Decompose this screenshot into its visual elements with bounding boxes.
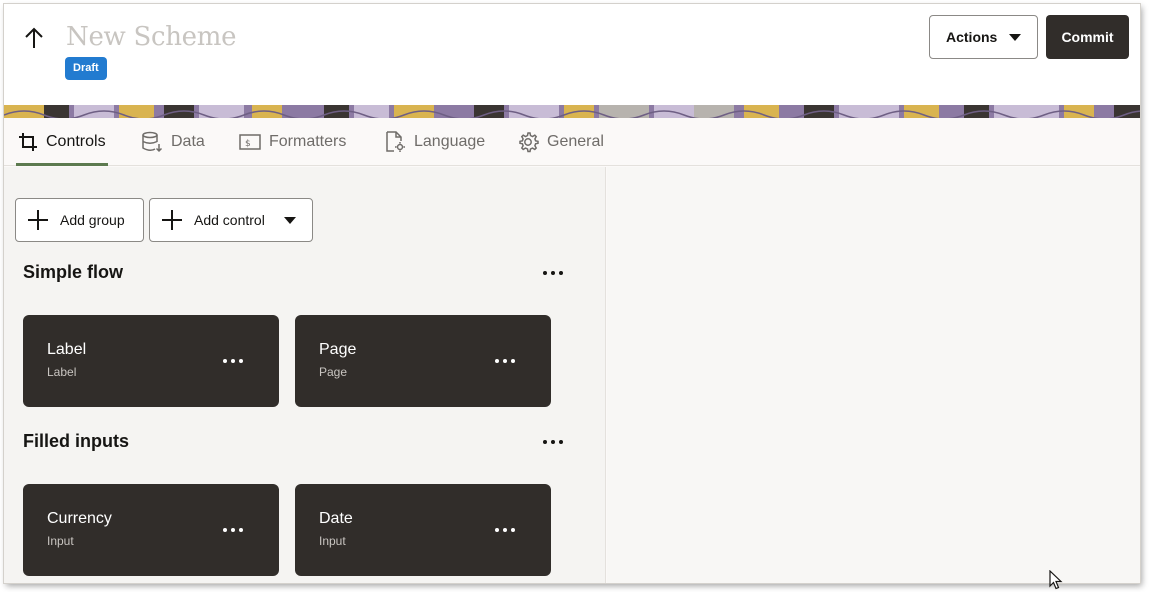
mouse-cursor-icon bbox=[1049, 570, 1063, 590]
card-subtitle: Input bbox=[319, 534, 346, 548]
card-title: Currency bbox=[47, 510, 112, 527]
tab-label: Controls bbox=[46, 133, 106, 150]
svg-text:$: $ bbox=[245, 139, 251, 149]
add-group-button[interactable]: Add group bbox=[15, 198, 144, 242]
card-title: Label bbox=[47, 341, 87, 358]
back-button[interactable] bbox=[20, 24, 48, 52]
control-card[interactable]: Currency Input bbox=[23, 484, 279, 576]
arrow-up-icon bbox=[25, 27, 43, 48]
crop-icon bbox=[19, 133, 37, 151]
database-icon bbox=[142, 131, 163, 153]
control-card[interactable]: Page Page bbox=[295, 315, 551, 407]
tab-formatters[interactable]: $ Formatters bbox=[239, 118, 346, 166]
card-more-options-button[interactable] bbox=[492, 354, 518, 368]
control-card[interactable]: Label Label bbox=[23, 315, 279, 407]
plus-icon bbox=[28, 210, 48, 230]
add-control-label: Add control bbox=[194, 212, 265, 228]
card-subtitle: Page bbox=[319, 365, 348, 379]
document-settings-icon bbox=[386, 131, 405, 152]
card-more-options-button[interactable] bbox=[220, 354, 246, 368]
add-group-label: Add group bbox=[60, 212, 125, 228]
tab-controls[interactable]: Controls bbox=[16, 118, 108, 166]
status-badge: Draft bbox=[65, 57, 107, 80]
card-subtitle: Input bbox=[47, 534, 74, 548]
caret-down-icon bbox=[284, 217, 296, 224]
decorative-banner bbox=[4, 105, 1140, 118]
card-subtitle: Label bbox=[47, 365, 77, 379]
currency-formatter-icon: $ bbox=[239, 134, 261, 150]
app-window: New Scheme Draft Actions Commit Controls… bbox=[4, 4, 1140, 583]
tab-label: Language bbox=[414, 133, 486, 150]
plus-icon bbox=[162, 210, 182, 230]
page-header: New Scheme Draft Actions Commit bbox=[4, 4, 1140, 105]
controls-panel: Add group Add control Simple flow Label … bbox=[4, 167, 606, 583]
card-more-options-button[interactable] bbox=[220, 523, 246, 537]
actions-button-label: Actions bbox=[946, 29, 998, 45]
page-title[interactable]: New Scheme bbox=[66, 22, 237, 52]
card-title: Date bbox=[319, 510, 353, 527]
preview-panel bbox=[607, 167, 1140, 583]
group-more-options-button[interactable] bbox=[540, 435, 566, 449]
control-card[interactable]: Date Input bbox=[295, 484, 551, 576]
caret-down-icon bbox=[1009, 34, 1021, 41]
card-title: Page bbox=[319, 341, 357, 358]
card-more-options-button[interactable] bbox=[492, 523, 518, 537]
tab-label: Formatters bbox=[269, 133, 347, 150]
tab-label: General bbox=[547, 133, 604, 150]
actions-button[interactable]: Actions bbox=[929, 15, 1038, 59]
tab-data[interactable]: Data bbox=[141, 118, 205, 166]
tab-label: Data bbox=[171, 133, 205, 150]
group-more-options-button[interactable] bbox=[540, 266, 566, 280]
tab-language[interactable]: Language bbox=[384, 118, 485, 166]
commit-button[interactable]: Commit bbox=[1046, 15, 1129, 59]
group-title: Filled inputs bbox=[23, 431, 129, 451]
banner-pattern bbox=[4, 105, 1140, 118]
group-title: Simple flow bbox=[23, 262, 124, 282]
add-control-button[interactable]: Add control bbox=[149, 198, 313, 242]
tab-bar: Controls Data $ Formatters Language Gene… bbox=[4, 118, 1140, 166]
gear-icon bbox=[519, 132, 539, 153]
tab-general[interactable]: General bbox=[517, 118, 604, 166]
